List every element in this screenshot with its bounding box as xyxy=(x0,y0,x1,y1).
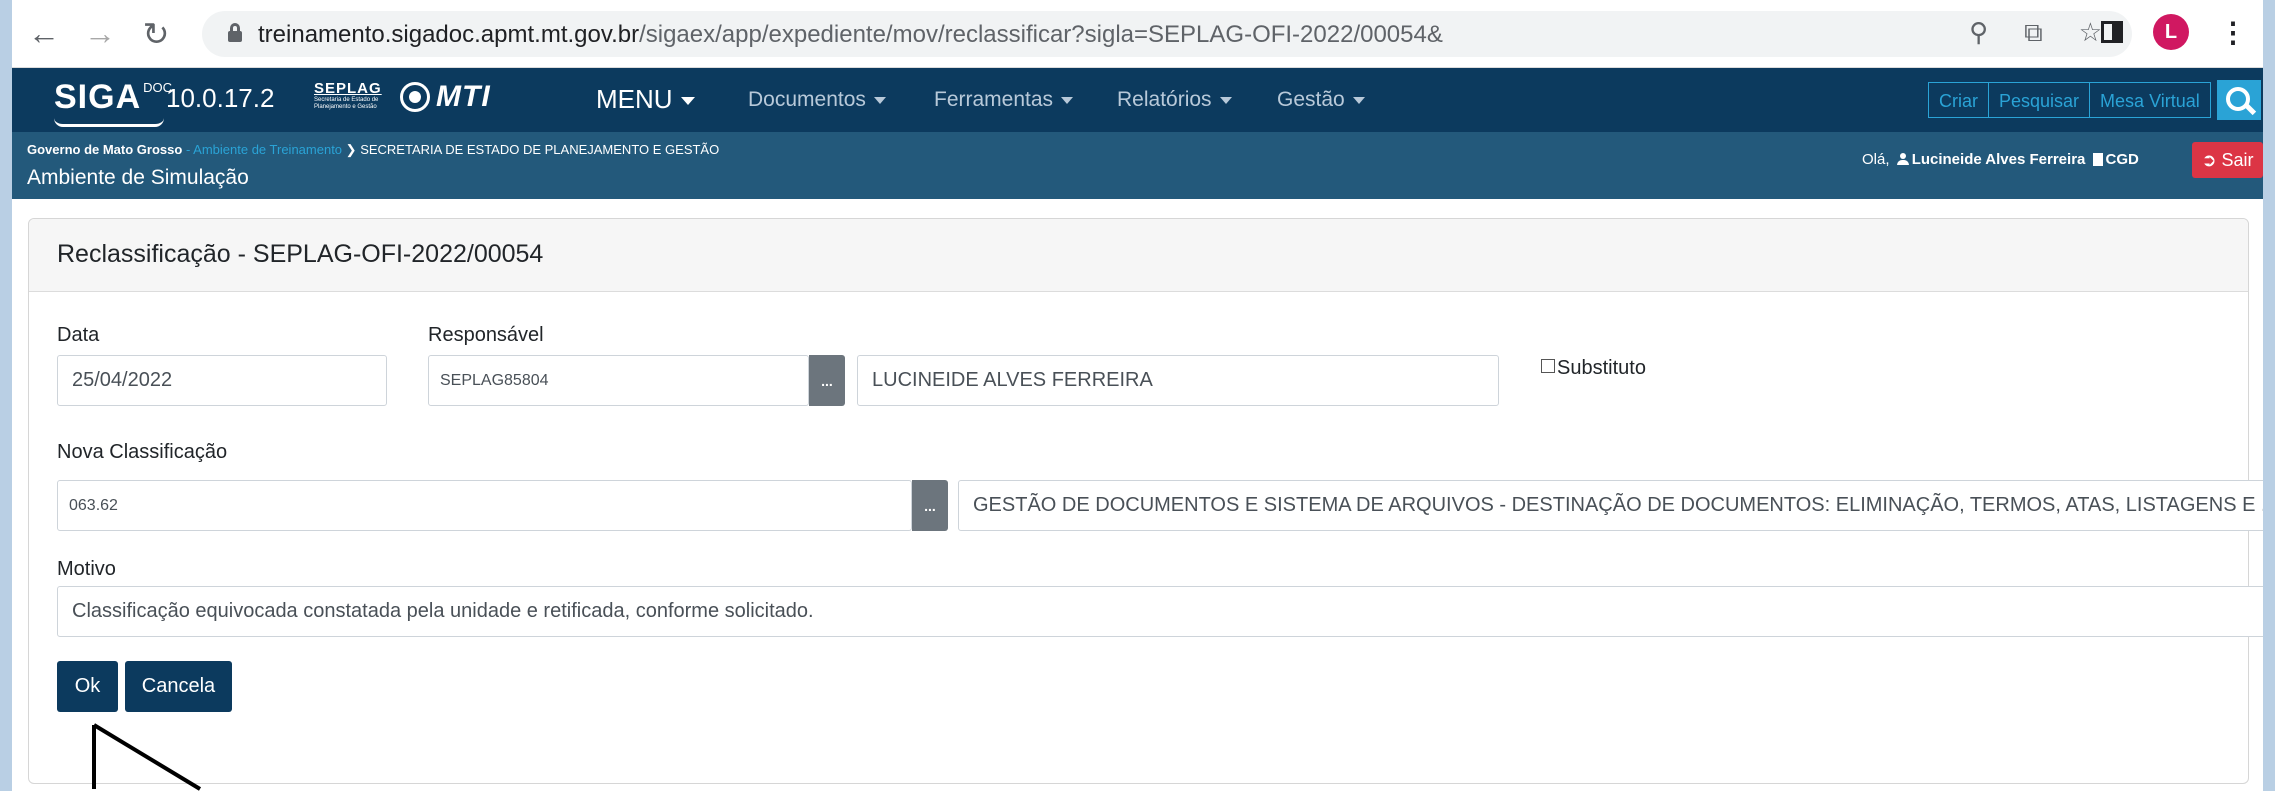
page-title: Reclassificação - SEPLAG-OFI-2022/00054 xyxy=(57,240,544,268)
state-seal-icon xyxy=(400,82,430,112)
search-icon[interactable] xyxy=(2216,80,2261,120)
nav-item-label: Ferramentas xyxy=(934,88,1054,111)
url-path: /sigaex/app/expediente/mov/reclassificar… xyxy=(639,21,1443,48)
logout-label: Sair xyxy=(2221,150,2254,170)
user-name: Lucineide Alves Ferreira xyxy=(1911,151,2086,168)
star-icon[interactable]: ☆ xyxy=(2079,17,2102,49)
responsavel-label: Responsável xyxy=(428,324,544,346)
checkbox-box[interactable] xyxy=(1541,359,1555,373)
building-icon xyxy=(2092,153,2103,166)
classificacao-lookup-button[interactable]: ... xyxy=(912,480,948,531)
breadcrumb: Governo de Mato Grosso - Ambiente de Tre… xyxy=(27,142,719,158)
pesquisar-button[interactable]: Pesquisar xyxy=(1989,82,2091,118)
omnibox-icons: ⚲ ⧉ ☆ xyxy=(1969,17,2102,49)
app-navbar: SIGA DOC 10.0.17.2 SEPLAG Secretaria de … xyxy=(12,68,2263,132)
user-icon xyxy=(1896,153,1909,165)
siga-logo[interactable]: SIGA DOC xyxy=(54,78,172,127)
classificacao-desc-field[interactable]: GESTÃO DE DOCUMENTOS E SISTEMA DE ARQUIV… xyxy=(958,480,2263,531)
responsavel-code-field[interactable]: SEPLAG85804 xyxy=(428,355,809,406)
breadcrumb-env-label: Ambiente de Treinamento xyxy=(193,142,343,157)
breadcrumb-env: - Ambiente de Treinamento xyxy=(185,142,343,157)
main-menu-toggle[interactable]: MENU xyxy=(596,84,695,115)
url-host: treinamento.sigadoc.apmt.mt.gov.br xyxy=(258,21,640,48)
breadcrumb-gov: Governo de Mato Grosso xyxy=(27,142,183,157)
environment-label: Ambiente de Simulação xyxy=(27,166,249,189)
chevron-down-icon xyxy=(680,97,695,106)
seplag-logo-text: SEPLAG xyxy=(314,80,382,97)
brand-swoosh xyxy=(54,118,164,127)
mti-logo: MTI xyxy=(436,80,491,113)
date-label: Data xyxy=(57,324,100,346)
side-panel-icon[interactable] xyxy=(2101,21,2123,43)
responsavel-name-field[interactable]: LUCINEIDE ALVES FERREIRA xyxy=(857,355,1499,406)
classificacao-label: Nova Classificação xyxy=(57,441,228,463)
substituto-label: Substituto xyxy=(1557,357,1646,379)
context-bar: Governo de Mato Grosso - Ambiente de Tre… xyxy=(12,132,2263,199)
nav-item-gestao[interactable]: Gestão xyxy=(1277,88,1365,112)
lock-icon xyxy=(228,23,242,42)
forward-arrow-icon[interactable]: → xyxy=(78,12,122,56)
nav-item-relatorios[interactable]: Relatórios xyxy=(1117,88,1232,112)
ok-button[interactable]: Ok xyxy=(57,661,118,712)
browser-window: ← → ↻ treinamento.sigadoc.apmt.mt.gov.br… xyxy=(12,0,2263,791)
menu-label: MENU xyxy=(596,84,673,114)
share-icon[interactable]: ⧉ xyxy=(2024,17,2043,49)
brand-name: SIGA xyxy=(54,78,142,116)
mesa-virtual-button[interactable]: Mesa Virtual xyxy=(2090,82,2211,118)
nav-item-label: Relatórios xyxy=(1117,88,1212,111)
version-label: 10.0.17.2 xyxy=(166,83,275,113)
substituto-checkbox[interactable]: Substituto xyxy=(1541,357,1646,380)
mouse-cursor-icon xyxy=(92,723,202,791)
back-arrow-icon[interactable]: ← xyxy=(22,12,66,56)
reclassify-form-card: Reclassificação - SEPLAG-OFI-2022/00054 … xyxy=(28,218,2263,784)
nav-item-documentos[interactable]: Documentos xyxy=(748,88,886,112)
chevron-down-icon xyxy=(1352,96,1365,104)
card-header: Reclassificação - SEPLAG-OFI-2022/00054 xyxy=(29,219,2248,292)
kebab-menu-icon[interactable]: ⋮ xyxy=(2219,16,2247,49)
nav-item-label: Documentos xyxy=(748,88,866,111)
motivo-label: Motivo xyxy=(57,558,116,580)
nav-item-label: Gestão xyxy=(1277,88,1345,111)
profile-avatar[interactable]: L xyxy=(2153,14,2189,50)
browser-toolbar: ← → ↻ treinamento.sigadoc.apmt.mt.gov.br… xyxy=(12,0,2263,68)
user-unit: CGD xyxy=(2105,151,2139,168)
criar-button[interactable]: Criar xyxy=(1928,82,1989,118)
user-greeting: Olá, Lucineide Alves Ferreira CGD xyxy=(1862,151,2139,168)
zoom-icon[interactable]: ⚲ xyxy=(1969,17,1988,49)
cancel-button[interactable]: Cancela xyxy=(125,661,232,712)
breadcrumb-secretaria-label: SECRETARIA DE ESTADO DE PLANEJAMENTO E G… xyxy=(360,142,720,157)
chevron-down-icon xyxy=(1061,96,1074,104)
responsavel-lookup-button[interactable]: ... xyxy=(809,355,845,406)
seplag-logo-sub: Secretaria de Estado de Planejamento e G… xyxy=(314,97,379,110)
date-field[interactable]: 25/04/2022 xyxy=(57,355,387,406)
chevron-down-icon xyxy=(873,96,886,104)
breadcrumb-secretaria: ❯ SECRETARIA DE ESTADO DE PLANEJAMENTO E… xyxy=(345,142,720,157)
address-bar[interactable]: treinamento.sigadoc.apmt.mt.gov.br/sigae… xyxy=(202,11,2132,57)
reload-icon[interactable]: ↻ xyxy=(134,12,178,56)
greeting-text: Olá, xyxy=(1862,151,1890,168)
chevron-down-icon xyxy=(1219,96,1232,104)
logout-button[interactable]: ➲ Sair xyxy=(2192,142,2263,178)
classificacao-code-field[interactable]: 063.62 xyxy=(57,480,912,531)
browser-actions: L ⋮ xyxy=(2101,14,2247,50)
seplag-logo: SEPLAG Secretaria de Estado de Planejame… xyxy=(314,80,394,116)
motivo-field[interactable]: Classificação equivocada constatada pela… xyxy=(57,586,2263,637)
nav-item-ferramentas[interactable]: Ferramentas xyxy=(934,88,1074,112)
url-text: treinamento.sigadoc.apmt.mt.gov.br/sigae… xyxy=(258,21,1443,49)
quick-actions: Criar Pesquisar Mesa Virtual xyxy=(1928,80,2261,120)
